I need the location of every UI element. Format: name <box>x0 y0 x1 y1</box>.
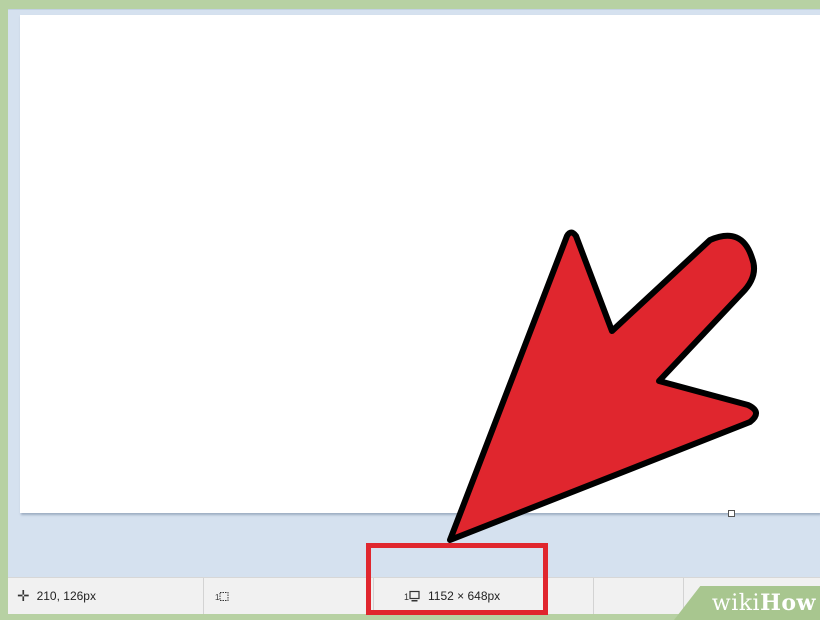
arrow-shape <box>447 229 759 543</box>
screenshot-frame: ✛ 210, 126px 1 1 1152 × 648px wiki How <box>0 0 820 620</box>
watermark-wiki: wiki <box>711 590 761 616</box>
watermark-how: How <box>760 590 816 616</box>
pointer-arrow <box>447 229 759 543</box>
